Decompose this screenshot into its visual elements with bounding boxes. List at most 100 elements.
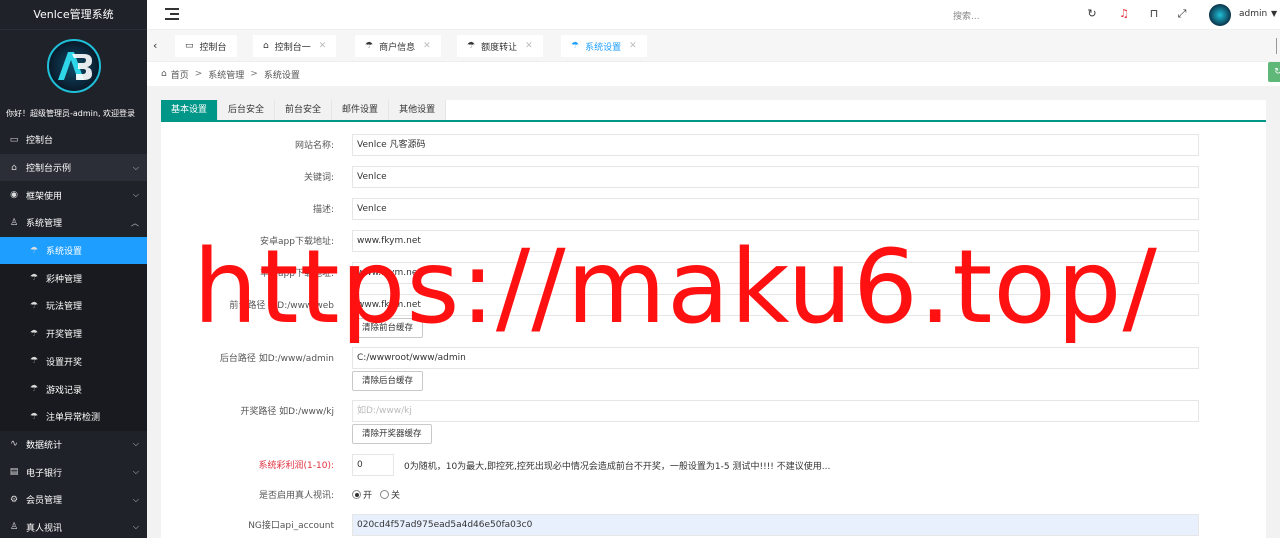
clear-lottery-cache-button[interactable]: 清除开奖器缓存 — [352, 424, 432, 444]
sidebar-subitem-game-records[interactable]: ☂ 游戏记录 — [0, 375, 147, 403]
tab-label: 系统设置 — [585, 42, 622, 53]
monitor-icon: ▭ — [9, 134, 19, 145]
umbrella-icon: ☂ — [29, 273, 39, 284]
umbrella-icon: ☂ — [571, 41, 580, 51]
sidebar-item-label: 系统管理 — [26, 219, 63, 230]
tab-mail-settings[interactable]: 邮件设置 — [332, 100, 390, 120]
tabs-scroll-right[interactable] — [1276, 38, 1280, 54]
username[interactable]: admin — [1239, 9, 1267, 19]
profit-label: 系统彩利润(1-10): — [258, 461, 334, 471]
sidebar-subitem-set-draw[interactable]: ☂ 设置开奖 — [0, 348, 147, 376]
tab-backend-security[interactable]: 后台安全 — [218, 100, 276, 120]
sidebar-item-live-video[interactable]: ♙ 真人视讯 ⌵ — [0, 514, 147, 538]
tab-other-settings[interactable]: 其他设置 — [389, 100, 447, 120]
live-video-label: 是否启用真人视讯: — [258, 491, 334, 501]
sidebar-item-e-bank[interactable]: ▤ 电子银行 ⌵ — [0, 458, 147, 486]
close-icon[interactable]: ✕ — [525, 41, 533, 51]
admin-path-input[interactable]: C:/wwwroot/www/admin — [352, 347, 1199, 369]
site-name-input[interactable]: Venlce 凡客源码 — [352, 134, 1199, 156]
sidebar-item-label: 游戏记录 — [46, 385, 83, 396]
site-name-label: 网站名称: — [294, 141, 334, 151]
tab-label: 商户信息 — [379, 42, 416, 53]
close-icon[interactable]: ✕ — [319, 41, 327, 51]
avatar[interactable] — [1209, 4, 1231, 26]
chevron-left-icon[interactable]: ‹ — [153, 39, 157, 52]
lottery-path-input[interactable]: 如D:/www/kj — [352, 400, 1199, 422]
refresh-page-button[interactable]: ↻ — [1268, 62, 1280, 82]
keywords-input[interactable]: Venlce — [352, 166, 1199, 188]
bell-icon[interactable]: ♫ — [1117, 7, 1131, 21]
sidebar-subitem-draw-management[interactable]: ☂ 开奖管理 — [0, 320, 147, 348]
tab-label: 控制台 — [199, 42, 227, 53]
sidebar-item-label: 注单异常检测 — [46, 413, 101, 424]
fullscreen-icon[interactable]: ⤢ — [1175, 7, 1189, 21]
close-icon[interactable]: ✕ — [629, 41, 637, 51]
form-row-keywords: 关键词: Venlce — [161, 166, 1266, 188]
top-header: 搜索... ↻ ♫ ⊓ ⤢ admin ▼ — [147, 0, 1280, 30]
refresh-icon[interactable]: ↻ — [1085, 7, 1099, 21]
monitor-icon: ▭ — [185, 41, 194, 51]
sidebar-item-label: 控制台示例 — [26, 164, 72, 175]
tab-basic-settings[interactable]: 基本设置 — [161, 100, 219, 120]
radio-off[interactable] — [380, 490, 390, 499]
sidebar-subitem-play-types[interactable]: ☂ 玩法管理 — [0, 292, 147, 320]
logo — [46, 39, 101, 93]
form-row-site-name: 网站名称: Venlce 凡客源码 — [161, 134, 1266, 156]
sidebar-item-console-examples[interactable]: ⌂ 控制台示例 ⌵ — [0, 153, 147, 182]
sidebar: Venlce管理系统 你好！超级管理员-admin, 欢迎登录 ▭ 控制台 ⌂ … — [0, 0, 147, 538]
search-input[interactable]: 搜索... — [953, 9, 980, 22]
sidebar-item-members[interactable]: ⚙ 会员管理 ⌵ — [0, 486, 147, 514]
tab-credit-transfer[interactable]: ☂ 额度转让 ✕ — [457, 35, 543, 57]
sidebar-subitem-bet-anomaly[interactable]: ☂ 注单异常检测 — [0, 403, 147, 431]
chevron-up-icon: ︿ — [131, 218, 139, 228]
sidebar-item-console[interactable]: ▭ 控制台 — [0, 126, 147, 154]
tab-merchant-info[interactable]: ☂ 商户信息 ✕ — [355, 35, 441, 57]
close-icon[interactable]: ✕ — [423, 41, 431, 51]
tab-frontend-security[interactable]: 前台安全 — [275, 100, 333, 120]
umbrella-icon: ☂ — [365, 41, 374, 51]
lottery-path-label: 开奖路径 如D:/www/kj — [240, 407, 334, 417]
user-icon: ♙ — [9, 522, 19, 533]
breadcrumb-home[interactable]: 首页 — [171, 68, 189, 81]
umbrella-icon: ☂ — [29, 328, 39, 339]
chevron-down-icon: ⌵ — [132, 467, 139, 477]
radio-on-label[interactable]: 开 — [363, 488, 372, 501]
profit-input[interactable]: 0 — [352, 454, 394, 476]
logo-icon — [57, 52, 92, 80]
sidebar-subitem-lottery-types[interactable]: ☂ 彩种管理 — [0, 264, 147, 292]
sidebar-item-label: 系统设置 — [46, 247, 83, 258]
tab-system-settings[interactable]: ☂ 系统设置 ✕ — [561, 35, 647, 57]
sidebar-item-statistics[interactable]: ∿ 数据统计 ⌵ — [0, 431, 147, 459]
radio-off-label[interactable]: 关 — [391, 488, 400, 501]
umbrella-icon: ☂ — [29, 411, 39, 422]
welcome-text: 你好！超级管理员-admin, 欢迎登录 — [6, 109, 136, 118]
radio-on[interactable] — [352, 490, 361, 499]
ng-account-input[interactable]: 020cd4f57ad975ead5a4d46e50fa03c0 — [352, 514, 1199, 536]
sidebar-item-label: 设置开奖 — [46, 357, 83, 368]
sidebar-item-system-management[interactable]: ♙ 系统管理 ︿ — [0, 209, 147, 237]
keywords-label: 关键词: — [303, 173, 334, 183]
profit-tip: 0为随机，10为最大,即控死,控死出现必中情况会造成前台不开奖，一般设置为1-5… — [404, 462, 831, 472]
watermark-text: https://maku6.top/ — [193, 228, 1158, 347]
user-icon: ♙ — [9, 217, 19, 228]
ng-account-label: NG接口api_account — [248, 521, 334, 531]
caret-down-icon[interactable]: ▼ — [1271, 9, 1277, 18]
form-row-admin-path: 后台路径 如D:/www/admin C:/wwwroot/www/admin … — [161, 347, 1266, 391]
umbrella-icon: ☂ — [29, 356, 39, 367]
lock-icon[interactable]: ⊓ — [1147, 7, 1161, 21]
form-row-lottery-path: 开奖路径 如D:/www/kj 如D:/www/kj 清除开奖器缓存 — [161, 400, 1266, 444]
tab-console-one[interactable]: ⌂ 控制台一 ✕ — [253, 35, 337, 57]
sidebar-item-label: 玩法管理 — [46, 302, 83, 313]
sidebar-item-framework[interactable]: ◉ 框架使用 ⌵ — [0, 181, 147, 209]
menu-toggle-icon[interactable] — [165, 8, 179, 20]
breadcrumb-system-settings: 系统设置 — [263, 70, 300, 81]
app-title: Venlce管理系统 — [0, 0, 147, 30]
umbrella-icon: ☂ — [29, 384, 39, 395]
sidebar-subitem-system-settings[interactable]: ☂ 系统设置 — [0, 236, 147, 265]
form-row-ng-account: NG接口api_account 020cd4f57ad975ead5a4d46e… — [161, 514, 1266, 536]
description-input[interactable]: Venlce — [352, 198, 1199, 220]
clear-admin-cache-button[interactable]: 清除后台缓存 — [352, 371, 424, 391]
breadcrumb-system-management[interactable]: 系统管理 — [208, 68, 244, 81]
chevron-down-icon: ⌵ — [132, 522, 139, 532]
tab-console[interactable]: ▭ 控制台 — [175, 35, 237, 57]
